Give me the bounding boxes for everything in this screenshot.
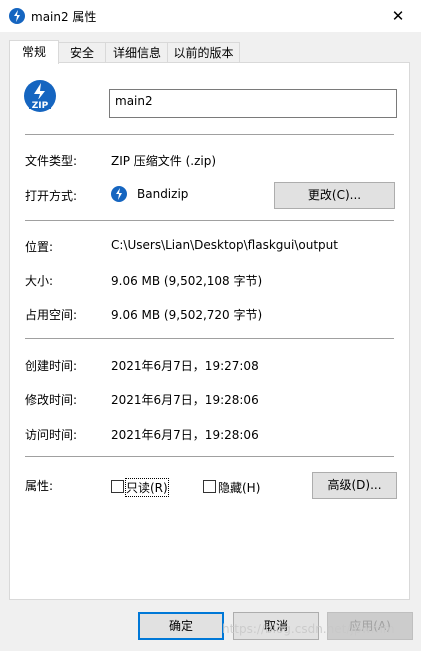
file-type-value: ZIP 压缩文件 (.zip)	[111, 154, 217, 168]
separator	[25, 456, 394, 457]
tab-general[interactable]: 常规	[9, 40, 59, 64]
readonly-checkbox[interactable]	[111, 480, 124, 493]
ok-button[interactable]: 确定	[138, 612, 224, 640]
zip-app-icon	[9, 8, 25, 24]
tab-previous-versions[interactable]: 以前的版本	[167, 42, 240, 63]
zip-file-icon: ZIP	[24, 80, 56, 112]
accessed-value: 2021年6月7日，19:28:06	[111, 428, 259, 442]
general-panel	[9, 62, 410, 600]
location-value: C:\Users\Lian\Desktop\flaskgui\output	[111, 238, 338, 252]
open-with-value: Bandizip	[137, 187, 189, 201]
tab-security[interactable]: 安全	[57, 42, 107, 63]
location-label: 位置:	[25, 240, 54, 254]
hidden-checkbox[interactable]	[203, 480, 216, 493]
modified-label: 修改时间:	[25, 393, 78, 407]
file-name-input[interactable]: main2	[109, 89, 397, 118]
readonly-label[interactable]: 只读(R)	[125, 478, 169, 497]
svg-text:ZIP: ZIP	[32, 101, 49, 111]
close-icon[interactable]: ✕	[375, 0, 421, 32]
advanced-button[interactable]: 高级(D)...	[312, 472, 397, 499]
created-label: 创建时间:	[25, 359, 78, 373]
tab-details[interactable]: 详细信息	[105, 42, 169, 63]
size-label: 大小:	[25, 274, 54, 288]
bandizip-icon	[111, 186, 127, 202]
accessed-label: 访问时间:	[25, 428, 78, 442]
created-value: 2021年6月7日，19:27:08	[111, 359, 259, 373]
separator	[25, 134, 394, 135]
title-bar: main2 属性 ✕	[0, 0, 421, 32]
watermark: https://blog.csdn.net/jpwmm	[222, 622, 395, 636]
window-title: main2 属性	[31, 10, 97, 24]
open-with-label: 打开方式:	[25, 189, 78, 203]
hidden-label[interactable]: 隐藏(H)	[218, 479, 260, 496]
disk-size-label: 占用空间:	[25, 308, 78, 322]
attributes-label: 属性:	[25, 479, 54, 493]
modified-value: 2021年6月7日，19:28:06	[111, 393, 259, 407]
disk-size-value: 9.06 MB (9,502,720 字节)	[111, 308, 263, 322]
separator	[25, 220, 394, 221]
file-type-label: 文件类型:	[25, 154, 78, 168]
size-value: 9.06 MB (9,502,108 字节)	[111, 274, 263, 288]
change-button[interactable]: 更改(C)...	[274, 182, 395, 209]
separator	[25, 338, 394, 339]
